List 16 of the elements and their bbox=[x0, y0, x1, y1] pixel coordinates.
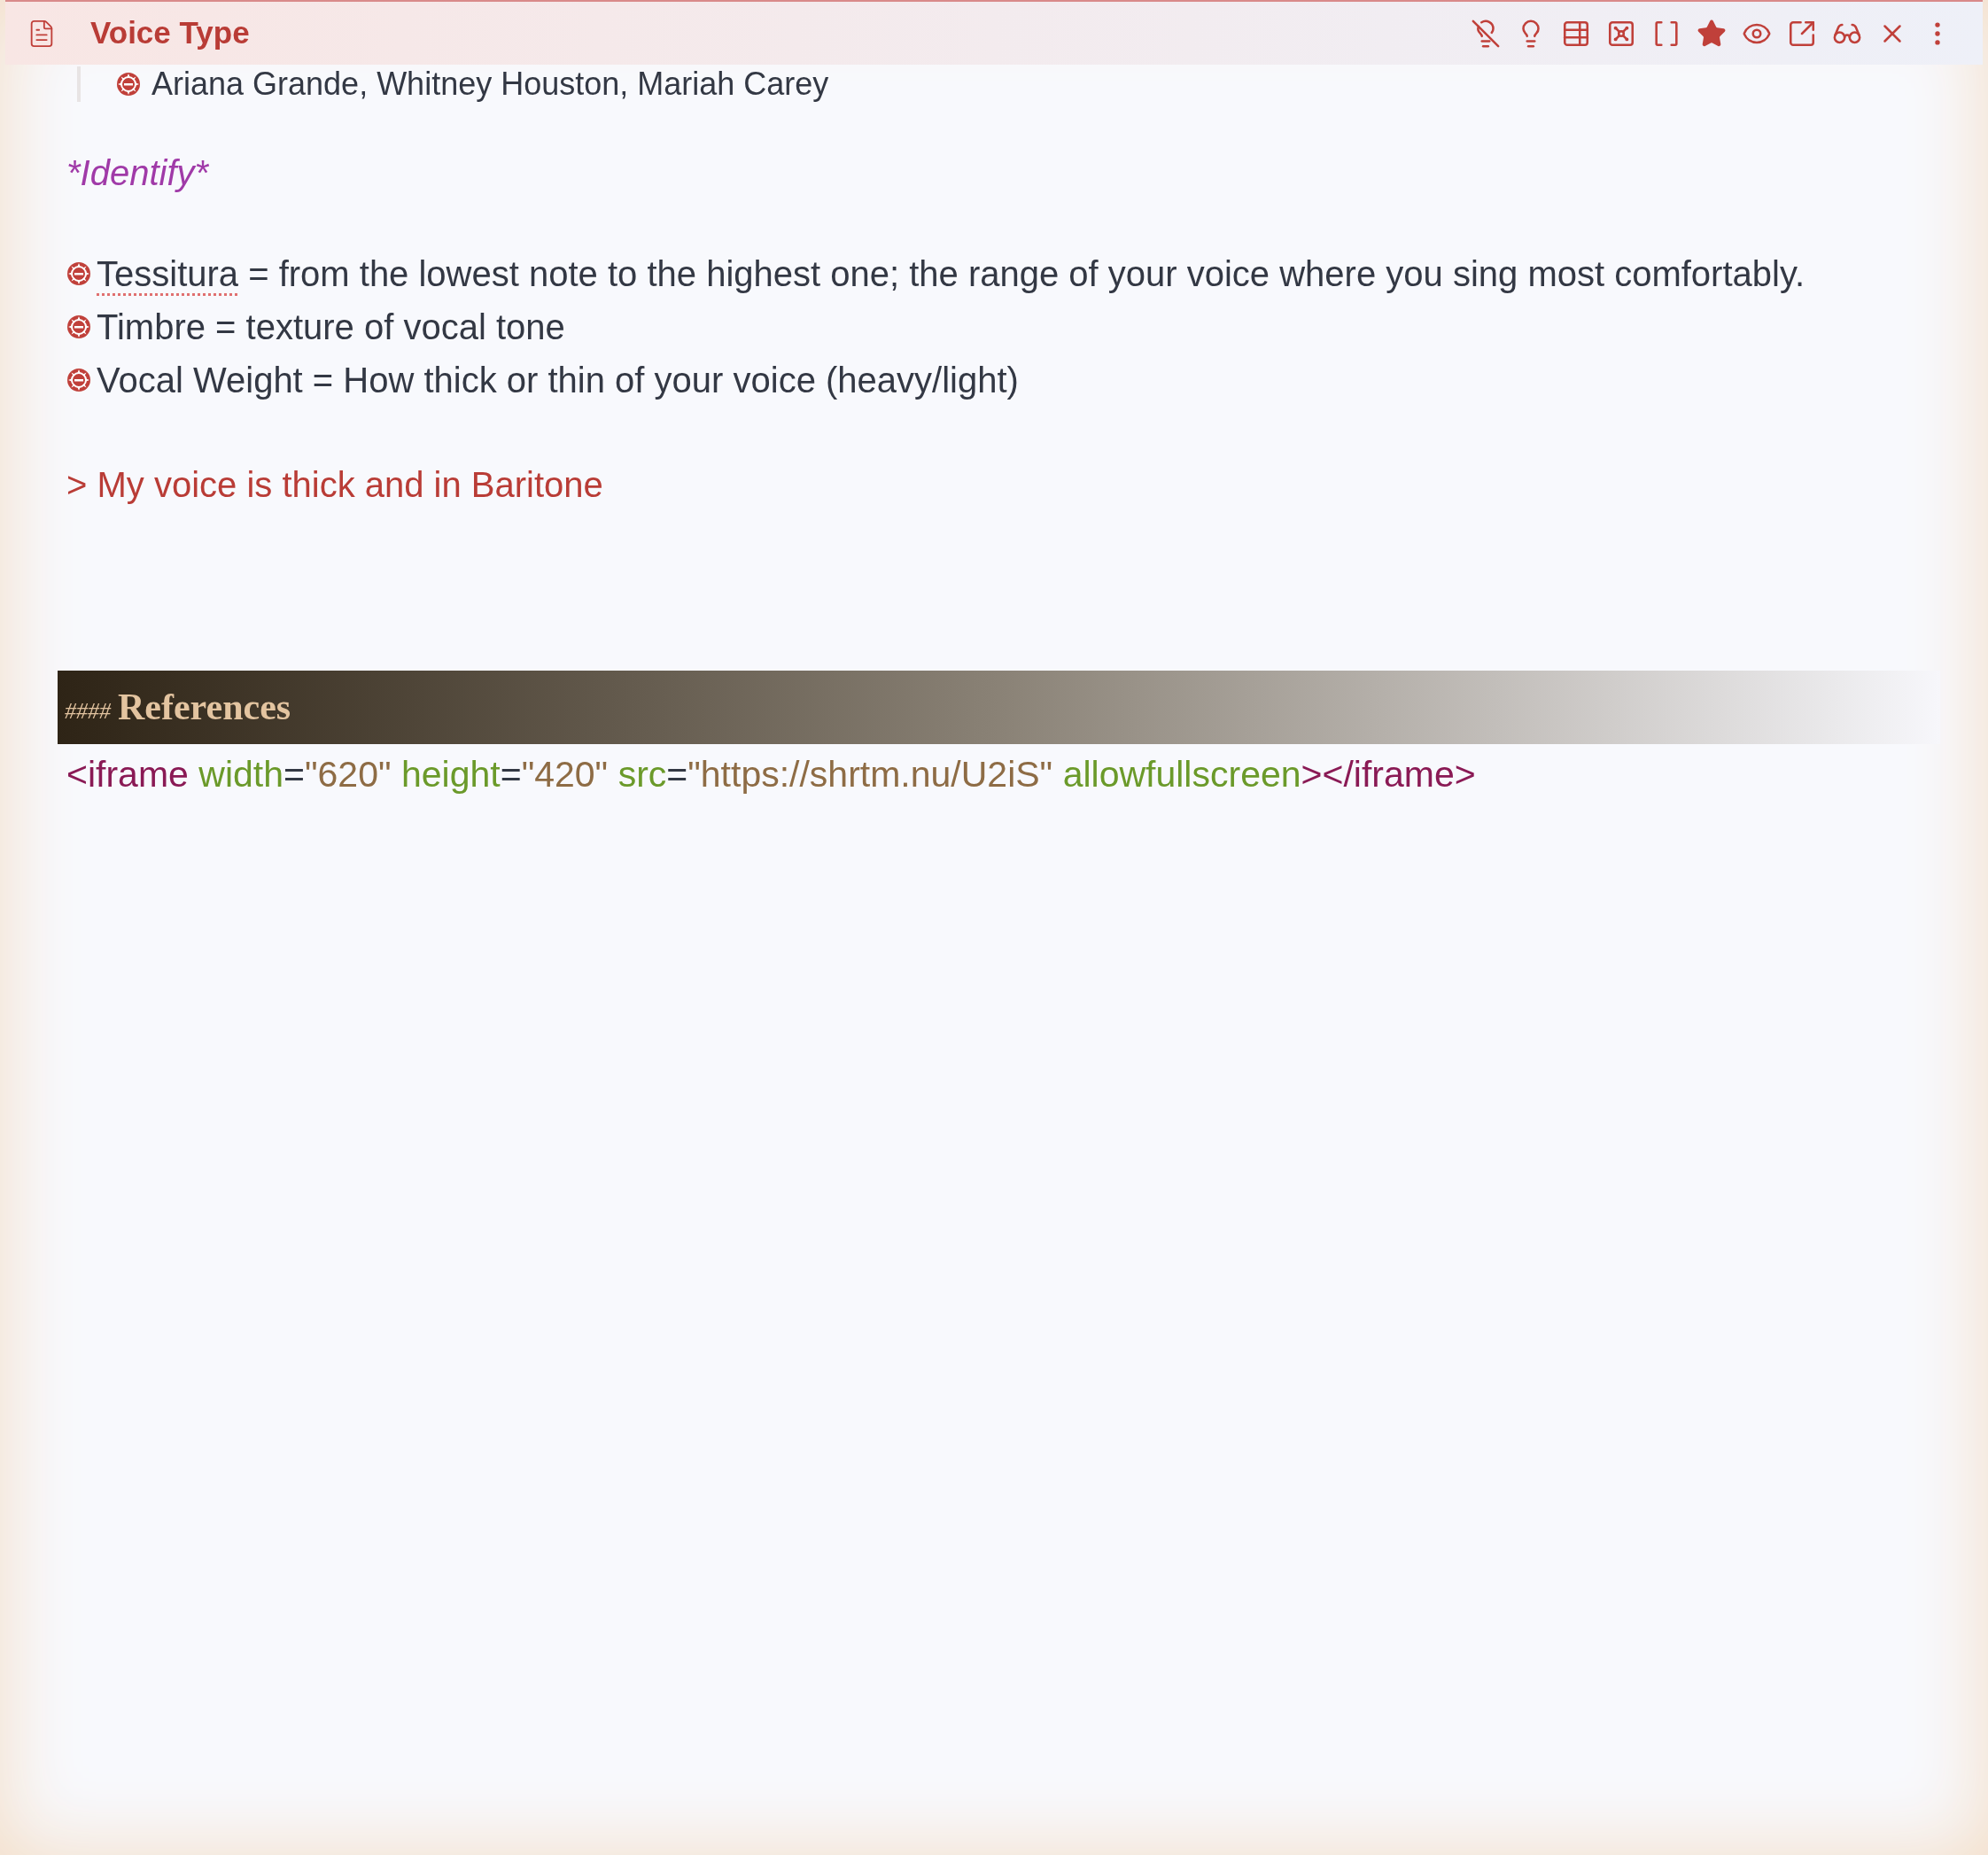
definition-item: Tessitura = from the lowest note to the highest one; the range of your voice where you sing most comfortably. bbox=[97, 253, 1806, 295]
code-line: <iframe width="620" height="420" src="https://shrtm.nu/U2iS" allowfullscreen></iframe> bbox=[66, 753, 1477, 796]
bullet-icon bbox=[116, 72, 141, 97]
bullet-icon bbox=[66, 314, 91, 339]
heading-marker: #### bbox=[65, 697, 111, 726]
definition-item: Vocal Weight = How thick or thin of your voice (heavy/light) bbox=[97, 360, 1019, 401]
note-title: Voice Type bbox=[90, 14, 250, 52]
blockquote-text: > My voice is thick and in Baritone bbox=[66, 464, 604, 506]
lightbulb-off-icon[interactable] bbox=[1471, 18, 1501, 49]
definition-item: Timbre = texture of vocal tone bbox=[97, 307, 565, 348]
heading-text: References bbox=[118, 686, 291, 729]
star-icon[interactable] bbox=[1697, 18, 1727, 49]
quoted-list-item: Ariana Grande, Whitney Houston, Mariah Carey bbox=[151, 66, 829, 102]
bullet-icon bbox=[66, 368, 91, 392]
bullet-icon bbox=[66, 261, 91, 286]
italic-emphasis: *Identify* bbox=[66, 152, 210, 194]
